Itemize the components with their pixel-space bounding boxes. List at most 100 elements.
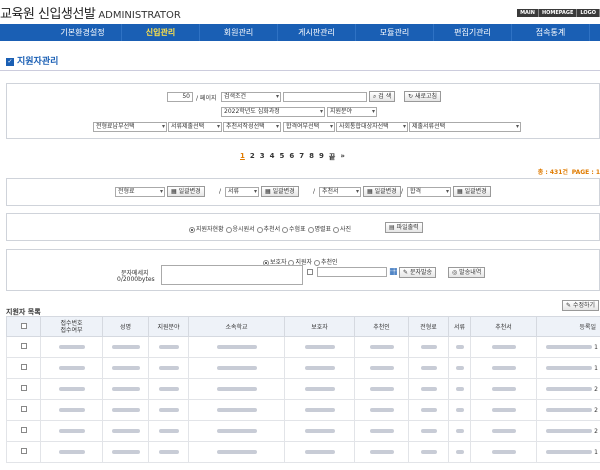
- row-checkbox[interactable]: [6, 420, 41, 442]
- obscured-value: [420, 449, 437, 454]
- page-7[interactable]: 7: [299, 152, 304, 162]
- obscured-value: [491, 365, 516, 370]
- row-checkbox[interactable]: [6, 441, 41, 463]
- edit-button-label: 수정하기: [572, 302, 596, 309]
- sms-history-button[interactable]: ◎ 발송내역: [448, 267, 486, 278]
- table-cell: [102, 378, 149, 400]
- table-row[interactable]: 1: [6, 441, 600, 463]
- page-6[interactable]: 6: [289, 152, 294, 162]
- export-option-status[interactable]: 지원자현황: [189, 226, 224, 233]
- batch-pass-button[interactable]: ▦ 일괄변경: [453, 186, 491, 197]
- sms-date-input[interactable]: [317, 267, 387, 277]
- course-select[interactable]: 2022학년도 심화과정: [221, 107, 325, 117]
- col-fee: 전형료: [408, 316, 449, 337]
- nav-item-admission[interactable]: 신입관리: [122, 24, 200, 41]
- batch-recommend-button[interactable]: ▦ 일괄변경: [363, 186, 401, 197]
- batch-docs-button[interactable]: ▦ 일괄변경: [261, 186, 299, 197]
- table-row[interactable]: 2: [6, 378, 600, 400]
- obscured-value: [546, 449, 593, 454]
- table-cell: [470, 357, 537, 379]
- page-last[interactable]: 끝: [329, 152, 335, 162]
- checkbox-icon: [20, 322, 27, 329]
- row-checkbox[interactable]: [6, 399, 41, 421]
- export-option-roster[interactable]: 명렬표: [307, 226, 331, 233]
- export-option-photo[interactable]: 사진: [333, 226, 351, 233]
- reset-button[interactable]: ↻ 새로고침: [404, 91, 442, 102]
- batch-fee-button[interactable]: ▦ 일괄변경: [167, 186, 205, 197]
- export-option-recommend[interactable]: 추천서: [256, 226, 280, 233]
- table-row[interactable]: 2: [6, 420, 600, 442]
- nav-item-editor[interactable]: 편집기관리: [434, 24, 512, 41]
- field-select[interactable]: 지원분야: [327, 107, 377, 117]
- export-option-application[interactable]: 응시원서: [225, 226, 255, 233]
- obscured-value: [455, 428, 464, 433]
- table-cell-reg-date: 2: [536, 399, 600, 421]
- edit-button[interactable]: ✎ 수정하기: [562, 300, 600, 311]
- sms-send-button[interactable]: ✎ 문자발송: [399, 267, 437, 278]
- table-cell-reg-date: 1: [536, 357, 600, 379]
- sms-reserve-checkbox[interactable]: [307, 269, 313, 275]
- table-cell: [448, 399, 471, 421]
- nav-item-env[interactable]: 기본환경설정: [44, 24, 122, 41]
- table-cell: [148, 357, 189, 379]
- nav-item-stats[interactable]: 접속통계: [512, 24, 590, 41]
- keyword-input[interactable]: [283, 92, 367, 102]
- page-8[interactable]: 8: [309, 152, 314, 162]
- file-export-button[interactable]: ▤ 파일출력: [385, 222, 423, 233]
- obscured-value: [546, 386, 593, 391]
- page-1[interactable]: 1: [240, 152, 245, 162]
- row-checkbox[interactable]: [6, 378, 41, 400]
- page-4[interactable]: 4: [270, 152, 275, 162]
- batch-docs-select[interactable]: 서류: [225, 187, 259, 197]
- filter-social[interactable]: 사회통합대상자선택: [336, 122, 408, 132]
- obscured-value: [58, 449, 85, 454]
- sms-target-recommender[interactable]: 추천인: [313, 259, 338, 266]
- batch-recommend-select[interactable]: 추천서: [319, 187, 361, 197]
- checkbox-icon: [20, 406, 27, 412]
- col-select-all[interactable]: [6, 316, 41, 337]
- table-cell: [148, 399, 189, 421]
- obscured-value: [546, 365, 593, 370]
- obscured-value: [420, 386, 437, 391]
- brand-sub: ADMINISTRATOR: [98, 10, 181, 21]
- page-9[interactable]: 9: [319, 152, 324, 162]
- batch-fee-select[interactable]: 전형료: [115, 187, 165, 197]
- sms-message-input[interactable]: [161, 265, 303, 285]
- filter-fee[interactable]: 전형료납부선택: [93, 122, 167, 132]
- page-3[interactable]: 3: [260, 152, 265, 162]
- obscured-value: [420, 365, 437, 370]
- top-link-homepage[interactable]: HOMEPAGE: [538, 9, 578, 17]
- condition-select[interactable]: 검색조건: [221, 92, 281, 102]
- table-row[interactable]: 1: [6, 357, 600, 379]
- calendar-icon[interactable]: ▦: [389, 267, 398, 277]
- per-page-input[interactable]: 50: [167, 92, 193, 102]
- nav-item-members[interactable]: 회원관리: [200, 24, 278, 41]
- reg-date-suffix: 2: [594, 427, 598, 435]
- filter-pass[interactable]: 합격여부선택: [283, 122, 335, 132]
- col-docs: 서류: [448, 316, 471, 337]
- table-row[interactable]: 1: [6, 336, 600, 358]
- row-checkbox[interactable]: [6, 336, 41, 358]
- page-next[interactable]: »: [340, 152, 345, 162]
- top-link-logo[interactable]: LOGO: [577, 9, 600, 17]
- reg-date-suffix: 1: [594, 448, 598, 456]
- obscured-value: [58, 428, 85, 433]
- per-page-label: / 페이지: [196, 95, 217, 102]
- export-option-ticket[interactable]: 수험표: [282, 226, 306, 233]
- nav-item-modules[interactable]: 모듈관리: [356, 24, 434, 41]
- table-cell: [188, 399, 285, 421]
- batch-pass-select[interactable]: 합격: [407, 187, 451, 197]
- filter-recommend[interactable]: 추천서작성선택: [223, 122, 281, 132]
- page-2[interactable]: 2: [250, 152, 255, 162]
- page-5[interactable]: 5: [280, 152, 285, 162]
- search-button[interactable]: ⌕ 검 색: [369, 91, 396, 102]
- filter-submit[interactable]: 제출서류선택: [409, 122, 521, 132]
- table-row[interactable]: 2: [6, 399, 600, 421]
- table-cell: [188, 378, 285, 400]
- obscured-value: [158, 386, 179, 391]
- filter-docs[interactable]: 서류제출선택: [168, 122, 222, 132]
- nav-item-boards[interactable]: 게시판관리: [278, 24, 356, 41]
- top-link-main[interactable]: MAIN: [517, 9, 539, 17]
- row-checkbox[interactable]: [6, 357, 41, 379]
- sms-send-button-label: 문자발송: [409, 269, 433, 276]
